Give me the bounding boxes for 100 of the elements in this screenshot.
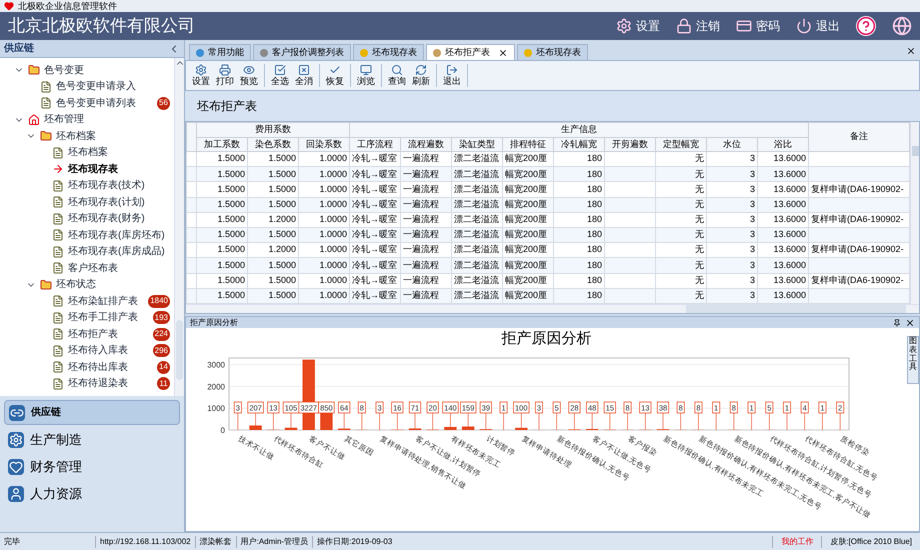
- close-icon[interactable]: [905, 318, 915, 328]
- close-icon[interactable]: [906, 46, 916, 56]
- table-cell: 无: [656, 182, 707, 198]
- tab[interactable]: 常用功能: [189, 44, 251, 60]
- tree-item[interactable]: 坯布待出库表: [68, 360, 128, 375]
- exit-icon: [446, 64, 458, 76]
- page-icon: [52, 262, 64, 274]
- tree-item[interactable]: 坯布手工排产表: [68, 310, 138, 326]
- scroll-thumb[interactable]: [176, 320, 183, 380]
- tab-icon: [433, 48, 441, 56]
- password-icon: [736, 18, 752, 34]
- table-cell: 1.5000: [196, 258, 248, 273]
- table-cell: 漂二老溢流: [452, 197, 503, 212]
- toolbar-button[interactable]: 打印: [214, 64, 236, 88]
- table-cell: 无: [656, 212, 707, 228]
- tree-item[interactable]: 色号变更: [44, 62, 84, 78]
- table-cell: 无: [656, 273, 707, 288]
- scrollbar[interactable]: [910, 122, 919, 304]
- page-icon: [52, 196, 64, 208]
- toolbar-button[interactable]: 全选: [269, 64, 291, 88]
- tree-item[interactable]: 坯布待入库表: [68, 343, 128, 358]
- table-cell: 13.6000: [758, 182, 809, 198]
- tree-item[interactable]: 坯布现存表(技术): [68, 178, 145, 194]
- count-badge: 224: [152, 328, 170, 341]
- tree-item[interactable]: 坯布待退染表: [68, 376, 128, 392]
- toolbar-button[interactable]: 退出: [441, 64, 463, 88]
- tree-item[interactable]: 坯布拒产表: [68, 326, 118, 342]
- page-icon: [40, 80, 52, 93]
- table-cell: 幅宽200厘: [502, 197, 554, 212]
- page-icon: [52, 295, 64, 308]
- tab[interactable]: 客户报价调整列表: [253, 44, 351, 60]
- panel-title: 供应链: [4, 41, 34, 56]
- side-tab[interactable]: 图表工具: [907, 336, 919, 384]
- column-header[interactable]: 备注: [808, 122, 910, 152]
- table-cell: 1.5000: [248, 258, 298, 273]
- tree-item[interactable]: 坯布现存表(计划): [68, 194, 145, 210]
- toolbar-button[interactable]: 全消: [293, 64, 315, 88]
- header-button[interactable]: 注销: [676, 17, 720, 35]
- scroll-thumb[interactable]: [912, 146, 918, 156]
- table-cell: 幅宽200厘: [502, 258, 554, 273]
- my-work-link[interactable]: 我的工作: [772, 536, 822, 548]
- tree-item[interactable]: 坯布现存表(库房成品): [68, 244, 165, 260]
- module-item[interactable]: 供应链: [4, 400, 180, 425]
- tree-item[interactable]: 坯布管理: [44, 112, 84, 128]
- header-button[interactable]: 密码: [736, 17, 780, 35]
- pin-icon[interactable]: [893, 318, 901, 326]
- bar: [248, 425, 262, 430]
- table-cell: 1.5000: [248, 197, 298, 212]
- table-cell: 3: [706, 258, 758, 273]
- tree-item[interactable]: 客户坯布表: [68, 260, 118, 276]
- tree-item[interactable]: 坯布现存表(库房坯布): [68, 228, 165, 243]
- table-cell: 180: [554, 197, 605, 212]
- tab[interactable]: 坯布现存表: [353, 44, 424, 60]
- table-cell: 一遍流程: [400, 197, 452, 212]
- settings-icon: [616, 18, 632, 34]
- toolbar-button[interactable]: 预览: [238, 64, 260, 88]
- tree-item[interactable]: 坯布现存表(财务): [68, 211, 145, 226]
- y-tick-label: 0: [220, 426, 224, 435]
- skin-selector[interactable]: 皮肤:[Office 2010 Blue]: [822, 536, 920, 548]
- tree-item[interactable]: 色号变更申请列表: [56, 96, 136, 111]
- module-item[interactable]: 生产制造: [4, 427, 180, 452]
- table-cell: 幅宽200厘: [502, 182, 554, 198]
- tree-item[interactable]: 坯布现存表: [68, 162, 118, 177]
- scroll-thumb[interactable]: [686, 305, 906, 313]
- toolbar-button[interactable]: 刷新: [410, 64, 432, 88]
- header-button[interactable]: 设置: [616, 17, 660, 35]
- header-button[interactable]: 退出: [796, 17, 840, 35]
- table-cell: 一遍流程: [400, 258, 452, 273]
- globe-icon[interactable]: [892, 16, 912, 36]
- folder-icon: [40, 278, 52, 291]
- y-tick-label: 1000: [206, 404, 224, 414]
- module-item[interactable]: 人力资源: [4, 481, 180, 506]
- tree-item[interactable]: 坯布档案: [68, 145, 108, 160]
- table-cell: 1.0000: [298, 273, 350, 288]
- tree-item[interactable]: 色号变更申请录入: [56, 79, 136, 94]
- module-item[interactable]: 财务管理: [4, 454, 180, 479]
- status-text: 漂染帐套: [194, 536, 236, 548]
- table-cell: 一遍流程: [400, 182, 452, 198]
- gear-icon: [8, 432, 24, 448]
- table-cell: 1.2000: [248, 212, 298, 228]
- horizontal-scrollbar[interactable]: [186, 304, 919, 313]
- table-cell: 冷轧→暖室: [350, 212, 401, 228]
- close-icon[interactable]: [498, 48, 508, 58]
- tab[interactable]: 坯布现存表: [517, 44, 588, 60]
- toolbar-button[interactable]: 恢复: [324, 64, 346, 88]
- tree-item[interactable]: 坯布染缸排产表: [68, 294, 138, 309]
- table-cell: 漂二老溢流: [452, 258, 503, 273]
- page-title: 坯布拒产表: [197, 98, 257, 115]
- toolbar-button[interactable]: 浏览: [355, 64, 377, 88]
- toolbar-button[interactable]: 设置: [190, 64, 212, 88]
- table-cell: 1.5000: [196, 212, 248, 228]
- heart-icon: [8, 458, 24, 474]
- count-badge: 296: [152, 344, 170, 358]
- tree-item[interactable]: 坯布状态: [56, 277, 96, 292]
- scrollbar[interactable]: [174, 58, 184, 396]
- toolbar-button[interactable]: 查询: [386, 64, 408, 88]
- help-icon[interactable]: [856, 16, 876, 36]
- tab[interactable]: 坯布拒产表: [426, 44, 515, 60]
- tree-item[interactable]: 坯布档案: [56, 128, 96, 144]
- count-badge: 193: [152, 311, 170, 324]
